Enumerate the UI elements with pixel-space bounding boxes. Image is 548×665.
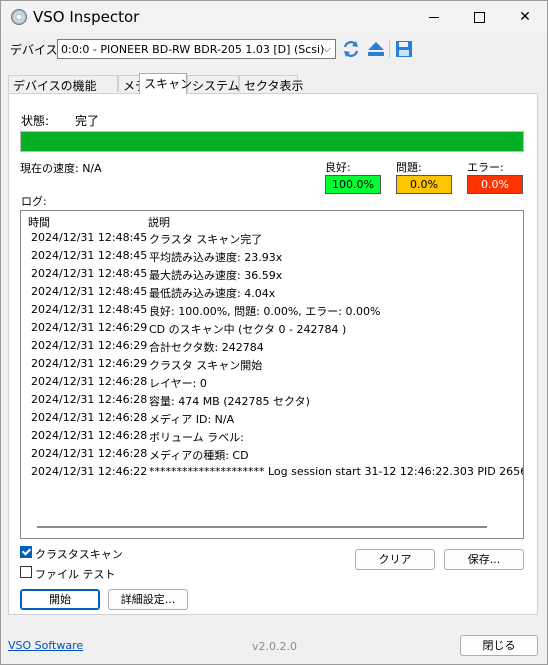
log-description: 合計セクタ数: 242784 [149, 341, 264, 354]
error-value: 0.0% [467, 175, 523, 194]
log-time: 2024/12/31 12:46:29 [31, 321, 148, 334]
log-row[interactable]: 2024/12/31 12:46:28 メディアの種類: CD [21, 447, 523, 465]
log-row[interactable]: 2024/12/31 12:46:22 *********************… [21, 465, 524, 483]
version-label: v2.0.2.0 [252, 640, 297, 653]
save-icon[interactable] [395, 40, 413, 58]
log-description: 容量: 474 MB (242785 セクタ) [149, 395, 310, 408]
title-bar: VSO Inspector ✕ [1, 1, 547, 33]
close-icon: ✕ [519, 9, 531, 25]
save-log-button[interactable]: 保存... [444, 549, 524, 570]
log-description: メディアの種類: CD [149, 449, 249, 462]
log-description: クラスタ スキャン完了 [149, 233, 263, 246]
tab-scan[interactable]: スキャン [139, 73, 192, 94]
log-time: 2024/12/31 12:46:28 [31, 429, 148, 442]
device-select-value: 0:0:0 - PIONEER BD-RW BDR-205 1.03 [D] (… [61, 43, 325, 56]
refresh-icon[interactable] [342, 40, 360, 58]
minimize-icon [429, 16, 439, 18]
warning-label: 問題: [396, 161, 422, 174]
warning-value: 0.0% [396, 175, 452, 194]
start-button[interactable]: 開始 [20, 589, 100, 610]
maximize-icon [473, 11, 485, 23]
app-disc-icon [11, 9, 27, 25]
log-description: 最低読み込み速度: 4.04x [149, 287, 276, 300]
log-label: ログ: [21, 195, 47, 208]
error-label: エラー: [467, 161, 504, 174]
device-select[interactable]: 0:0:0 - PIONEER BD-RW BDR-205 1.03 [D] (… [57, 39, 336, 59]
log-time: 2024/12/31 12:48:45 [31, 267, 148, 280]
window-title: VSO Inspector [33, 8, 140, 26]
maximize-button[interactable] [456, 1, 502, 33]
log-row[interactable]: 2024/12/31 12:46:28 メディア ID: N/A [21, 411, 523, 429]
log-description: 最大読み込み速度: 36.59x [149, 269, 283, 282]
log-time: 2024/12/31 12:48:45 [31, 231, 148, 244]
tab-system[interactable]: システム [187, 75, 240, 93]
log-time: 2024/12/31 12:46:28 [31, 393, 148, 406]
log-row[interactable]: 2024/12/31 12:46:28 ボリューム ラベル: [21, 429, 523, 447]
log-time: 2024/12/31 12:48:45 [31, 249, 148, 262]
eject-icon[interactable] [367, 40, 385, 58]
log-time: 2024/12/31 12:48:45 [31, 303, 148, 316]
log-row[interactable]: 2024/12/31 12:46:29 CD のスキャン中 (セクタ 0 - 24… [21, 321, 523, 339]
log-row[interactable]: 2024/12/31 12:46:28 レイヤー: 0 [21, 375, 523, 393]
log-row[interactable]: 2024/12/31 12:48:45 クラスタ スキャン完了 [21, 231, 523, 249]
log-time: 2024/12/31 12:46:28 [31, 447, 148, 460]
log-time: 2024/12/31 12:48:45 [31, 285, 148, 298]
log-row[interactable]: 2024/12/31 12:48:45 平均読み込み速度: 23.93x [21, 249, 523, 267]
file-test-label: ファイル テスト [35, 568, 116, 581]
horizontal-scrollbar[interactable] [37, 526, 487, 528]
file-test-checkbox[interactable] [20, 566, 32, 578]
log-time: 2024/12/31 12:46:22 [31, 465, 148, 478]
status-value: 完了 [75, 114, 100, 128]
good-label: 良好: [325, 161, 351, 174]
good-value: 100.0% [325, 175, 381, 194]
log-description: クラスタ スキャン開始 [149, 359, 263, 372]
log-description: CD のスキャン中 (セクタ 0 - 242784 ) [149, 323, 347, 336]
log-description: メディア ID: N/A [149, 413, 235, 426]
chevron-down-icon: ⌵ [322, 42, 331, 55]
log-description: 良好: 100.00%, 問題: 0.00%, エラー: 0.00% [149, 305, 381, 318]
log-description: 平均読み込み速度: 23.93x [149, 251, 283, 264]
vso-software-link[interactable]: VSO Software [8, 639, 83, 652]
close-button[interactable]: 閉じる [460, 635, 538, 656]
log-row[interactable]: 2024/12/31 12:46:29 クラスタ スキャン開始 [21, 357, 523, 375]
clear-button[interactable]: クリア [355, 549, 435, 570]
close-window-button[interactable]: ✕ [502, 1, 548, 33]
log-description: レイヤー: 0 [149, 377, 207, 390]
log-description: ********************* Log session start … [149, 465, 524, 478]
toolbar-separator [389, 40, 390, 58]
log-row[interactable]: 2024/12/31 12:46:28 容量: 474 MB (242785 セク… [21, 393, 523, 411]
status-label: 状態: [21, 114, 50, 128]
log-list[interactable]: 時間 説明 2024/12/31 12:48:45 クラスタ スキャン完了 2024… [20, 210, 524, 539]
minimize-button[interactable] [411, 1, 457, 33]
log-column-time[interactable]: 時間 [28, 214, 50, 230]
log-time: 2024/12/31 12:46:28 [31, 375, 148, 388]
scan-progress-bar [20, 131, 524, 152]
log-row[interactable]: 2024/12/31 12:48:45 良好: 100.00%, 問題: 0.00… [21, 303, 523, 321]
advanced-settings-button[interactable]: 詳細設定... [108, 589, 188, 610]
cluster-scan-checkbox[interactable] [20, 546, 32, 558]
current-speed: 現在の速度: N/A [20, 162, 102, 175]
device-label: デバイス: [10, 43, 62, 57]
log-column-description[interactable]: 説明 [148, 214, 170, 230]
log-row[interactable]: 2024/12/31 12:46:29 合計セクタ数: 242784 [21, 339, 523, 357]
log-time: 2024/12/31 12:46:28 [31, 411, 148, 424]
tab-device-capabilities[interactable]: デバイスの機能 [8, 75, 118, 93]
cluster-scan-label: クラスタスキャン [35, 548, 123, 561]
log-description: ボリューム ラベル: [149, 431, 244, 444]
progress-fill [21, 132, 523, 151]
log-time: 2024/12/31 12:46:29 [31, 339, 148, 352]
log-row[interactable]: 2024/12/31 12:48:45 最大読み込み速度: 36.59x [21, 267, 523, 285]
log-time: 2024/12/31 12:46:29 [31, 357, 148, 370]
tab-sector-view[interactable]: セクタ表示 [239, 75, 304, 93]
log-row[interactable]: 2024/12/31 12:48:45 最低読み込み速度: 4.04x [21, 285, 523, 303]
